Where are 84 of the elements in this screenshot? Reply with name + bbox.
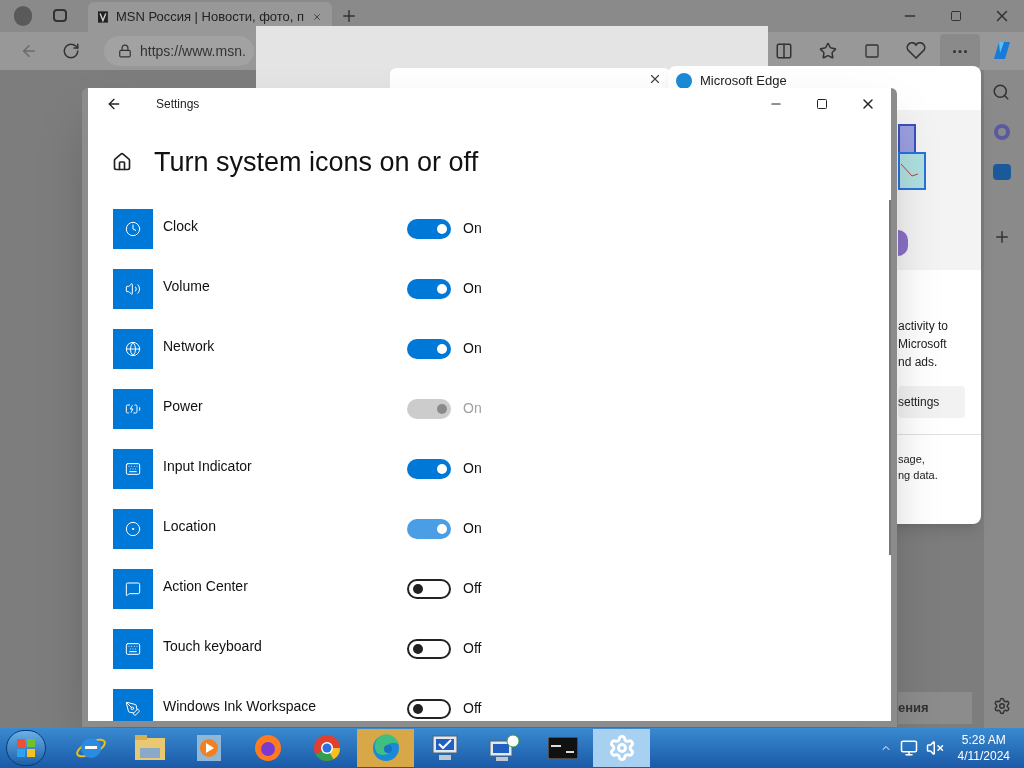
tab-actions-icon[interactable]: [53, 9, 67, 22]
globe-icon: [125, 340, 141, 357]
setting-label: Windows Ink Workspace: [163, 697, 317, 716]
muted-speaker-icon[interactable]: [925, 739, 944, 757]
scrollbar-thumb[interactable]: [889, 200, 891, 555]
lock-icon: [118, 44, 132, 58]
play-icon: [195, 734, 222, 762]
toggle-state-text: On: [463, 279, 482, 298]
message-icon: [125, 580, 141, 597]
toggle-state-text: On: [463, 219, 482, 238]
favorites-icon[interactable]: [819, 42, 837, 60]
split-screen-icon[interactable]: [775, 42, 793, 60]
toggle-switch[interactable]: [407, 518, 451, 539]
toggle-state-text: Off: [463, 579, 482, 598]
toggle-switch[interactable]: [407, 218, 451, 239]
close-icon[interactable]: [648, 72, 662, 86]
toggle-state-text: On: [463, 339, 482, 358]
more-icon: [953, 49, 967, 53]
dropdown-value: ения: [898, 699, 929, 718]
setting-label: Clock: [163, 217, 199, 236]
setting-label: Network: [163, 337, 216, 356]
page-heading: Turn system icons on or off: [154, 146, 479, 179]
new-tab-icon[interactable]: [340, 7, 358, 25]
url-text: https://www.msn.: [140, 41, 246, 61]
msn-logo-icon: [98, 9, 108, 25]
settings-button[interactable]: settings: [898, 386, 965, 418]
target-icon: [125, 520, 141, 537]
clock-button[interactable]: 5:28 AM 4/11/2024: [957, 732, 1010, 764]
gear-icon: [607, 734, 636, 762]
network-icon[interactable]: [899, 739, 918, 757]
toggle-switch[interactable]: [407, 578, 451, 599]
toggle-switch[interactable]: [407, 638, 451, 659]
description-line: activity to: [898, 318, 948, 335]
chart-card-drawing: [898, 124, 926, 190]
keyboard-icon: [125, 460, 141, 477]
flag-logo-icon: [16, 738, 36, 758]
description-line: sage,: [898, 452, 926, 467]
toggle-state-text: On: [463, 399, 482, 418]
add-icon[interactable]: [993, 228, 1011, 246]
toggle-state-text: On: [463, 459, 482, 478]
window-title: Settings: [156, 96, 200, 113]
restore-icon[interactable]: [950, 10, 962, 22]
keyboard-icon: [125, 640, 141, 657]
back-icon[interactable]: [106, 96, 122, 112]
chrome-like-icon: [311, 733, 342, 763]
toggle-switch[interactable]: [407, 338, 451, 359]
description-line: Microsoft: [898, 336, 948, 353]
description-line: ng data.: [898, 468, 938, 483]
description-line: nd ads.: [898, 354, 939, 371]
toggle-switch[interactable]: [407, 698, 451, 719]
clock-icon: [125, 220, 141, 237]
collections-icon[interactable]: [864, 43, 880, 59]
speaker-icon: [125, 280, 141, 297]
setting-label: Touch keyboard: [163, 637, 263, 656]
fox-globe-icon: [252, 733, 283, 763]
setting-label: Input Indicator: [163, 457, 253, 476]
refresh-icon[interactable]: [62, 42, 80, 60]
setting-label: Location: [163, 517, 217, 536]
setting-label: Action Center: [163, 577, 249, 596]
browser-tab[interactable]: MSN Россия | Новости, фото, п: [88, 2, 332, 32]
home-icon[interactable]: [112, 152, 132, 173]
more-button[interactable]: [940, 34, 980, 68]
panel-title: Microsoft Edge: [700, 72, 787, 90]
toggle-state-text: Off: [463, 639, 482, 658]
pen-icon: [125, 700, 141, 717]
toggle-state-text: Off: [463, 699, 482, 718]
folder-icon: [133, 734, 166, 762]
start-button[interactable]: [6, 730, 46, 766]
setting-label: Volume: [163, 277, 211, 296]
tab-title: MSN Россия | Новости, фото, п: [115, 8, 305, 27]
setting-label: Power: [163, 397, 204, 416]
heart-pulse-icon[interactable]: [906, 42, 926, 60]
monitor-clock-icon: [487, 734, 520, 762]
wave-logo-icon: [370, 733, 401, 763]
address-field[interactable]: https://www.msn.: [104, 36, 254, 66]
search-icon[interactable]: [992, 83, 1010, 101]
toggle-switch[interactable]: [407, 458, 451, 479]
edge-logo-icon: [676, 72, 692, 89]
maximize-icon: [816, 98, 828, 110]
console-icon: [547, 737, 578, 759]
settings-icon[interactable]: [993, 697, 1011, 715]
language-dropdown[interactable]: ения: [898, 692, 972, 724]
toggle-switch[interactable]: [407, 278, 451, 299]
toggle-state-text: On: [463, 519, 482, 538]
